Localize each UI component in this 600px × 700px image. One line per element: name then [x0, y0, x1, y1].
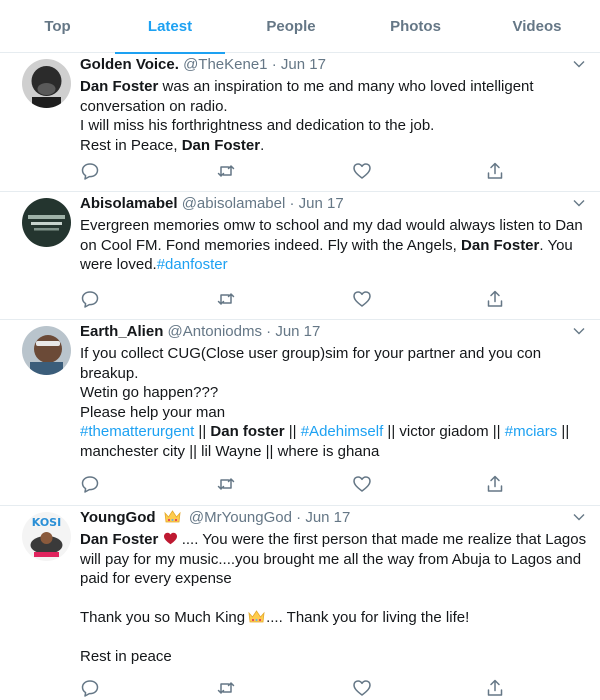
tweet-line: Please help your man	[80, 403, 226, 421]
share-icon[interactable]	[485, 161, 505, 181]
tweet-text: Evergreen memories omw to school and my …	[80, 216, 590, 275]
avatar[interactable]	[22, 326, 71, 375]
share-icon[interactable]	[485, 678, 505, 698]
tweet-line: #thematterurgent || Dan foster || #Adehi…	[80, 423, 570, 440]
chevron-down-icon[interactable]	[572, 510, 586, 524]
tweet-line: Thank you so Much King.... Thank you for…	[80, 609, 470, 626]
search-tabs: Top Latest People Photos Videos	[0, 0, 600, 54]
hashtag-link[interactable]: #mciars	[505, 423, 558, 440]
tweet[interactable]: Abisolamabel @abisolamabel · Jun 17 Ever…	[0, 192, 600, 320]
hashtag-link[interactable]: #thematterurgent	[80, 423, 194, 440]
tweet-line: If you collect CUG(Close user group)sim …	[80, 345, 542, 362]
user-name[interactable]: YoungGod	[80, 509, 156, 526]
tweet-text: Dan Foster was an inspiration to me and …	[80, 77, 590, 155]
tweet-line: Dan Foster was an inspiration to me and …	[80, 78, 534, 95]
red-heart-emoji-icon	[163, 532, 177, 545]
tweet-date[interactable]: Jun 17	[305, 509, 350, 526]
tweet-actions	[80, 161, 510, 181]
tweet-line: paid for every expense	[80, 570, 232, 587]
crown-emoji-icon	[248, 610, 265, 623]
tab-latest[interactable]: Latest	[115, 0, 225, 54]
retweet-icon[interactable]	[216, 678, 236, 698]
reply-icon[interactable]	[80, 678, 100, 698]
tweet-header: YoungGod @MrYoungGod · Jun 17	[80, 508, 350, 528]
tweet-header: Earth_Alien @Antoniodms · Jun 17	[80, 322, 320, 342]
tweet-line: Wetin go happen???	[80, 384, 219, 401]
chevron-down-icon[interactable]	[572, 57, 586, 71]
user-handle[interactable]: @TheKene1	[183, 56, 267, 73]
svg-text:KOSI: KOSI	[32, 516, 61, 529]
crown-emoji-icon	[164, 510, 181, 523]
tweet[interactable]: KOSI YoungGod @MrYoungGod · Jun 17 Dan F…	[0, 506, 600, 700]
reply-icon[interactable]	[80, 474, 100, 494]
tweet-date[interactable]: Jun 17	[275, 323, 320, 340]
tweet[interactable]: Golden Voice. @TheKene1 · Jun 17 Dan Fos…	[0, 53, 600, 192]
tab-top[interactable]: Top	[0, 0, 115, 53]
like-icon[interactable]	[352, 474, 372, 494]
reply-icon[interactable]	[80, 289, 100, 309]
chevron-down-icon[interactable]	[572, 196, 586, 210]
tweet-line: Evergreen memories omw to school and my …	[80, 217, 583, 234]
user-handle[interactable]: @Antoniodms	[168, 323, 262, 340]
tweet-line: manchester city || lil Wayne || where is…	[80, 442, 380, 460]
user-handle[interactable]: @MrYoungGod	[189, 509, 292, 526]
like-icon[interactable]	[352, 678, 372, 698]
tweet-line: on Cool FM. Fond memories indeed. Fly wi…	[80, 236, 573, 254]
tweet-line: Dan Foster .... You were the first perso…	[80, 531, 587, 548]
tab-photos[interactable]: Photos	[357, 0, 474, 53]
separator: ·	[296, 509, 302, 526]
hashtag-link[interactable]: #danfoster	[157, 256, 228, 273]
tab-people[interactable]: People	[225, 0, 357, 53]
share-icon[interactable]	[485, 474, 505, 494]
tweet-line: Rest in Peace, Dan Foster.	[80, 136, 265, 154]
like-icon[interactable]	[352, 161, 372, 181]
tweet-text: Dan Foster .... You were the first perso…	[80, 530, 590, 667]
tweet-date[interactable]: Jun 17	[299, 195, 344, 212]
tab-videos[interactable]: Videos	[474, 0, 600, 53]
tweet[interactable]: Earth_Alien @Antoniodms · Jun 17 If you …	[0, 320, 600, 506]
user-name[interactable]: Abisolamabel	[80, 195, 178, 212]
retweet-icon[interactable]	[216, 289, 236, 309]
separator: ·	[266, 323, 272, 340]
tweet-actions	[80, 474, 510, 494]
retweet-icon[interactable]	[216, 474, 236, 494]
tweet-line: were loved.#danfoster	[80, 256, 228, 273]
share-icon[interactable]	[485, 289, 505, 309]
tweet-text: If you collect CUG(Close user group)sim …	[80, 344, 590, 461]
user-name[interactable]: Earth_Alien	[80, 323, 163, 340]
tweet-line	[80, 628, 590, 648]
user-name[interactable]: Golden Voice.	[80, 56, 179, 73]
tweet-line: Rest in peace	[80, 648, 172, 665]
tweet-line: breakup.	[80, 364, 139, 382]
tweet-line: conversation on radio.	[80, 97, 228, 115]
hashtag-link[interactable]: #Adehimself	[301, 423, 384, 440]
reply-icon[interactable]	[80, 161, 100, 181]
tweet-date[interactable]: Jun 17	[281, 56, 326, 73]
tweet-line: will pay for my music....you brought me …	[80, 550, 582, 568]
separator: ·	[271, 56, 277, 73]
avatar[interactable]: KOSI	[22, 512, 71, 561]
separator: ·	[289, 195, 295, 212]
tweet-actions	[80, 678, 510, 698]
like-icon[interactable]	[352, 289, 372, 309]
avatar[interactable]	[22, 198, 71, 247]
user-handle[interactable]: @abisolamabel	[182, 195, 286, 212]
tweet-actions	[80, 289, 510, 309]
retweet-icon[interactable]	[216, 161, 236, 181]
avatar[interactable]	[22, 59, 71, 108]
tweet-line	[80, 589, 590, 609]
tweet-line: I will miss his forthrightness and dedic…	[80, 117, 435, 134]
tweet-header: Golden Voice. @TheKene1 · Jun 17	[80, 55, 326, 75]
tweet-header: Abisolamabel @abisolamabel · Jun 17	[80, 194, 344, 214]
chevron-down-icon[interactable]	[572, 324, 586, 338]
